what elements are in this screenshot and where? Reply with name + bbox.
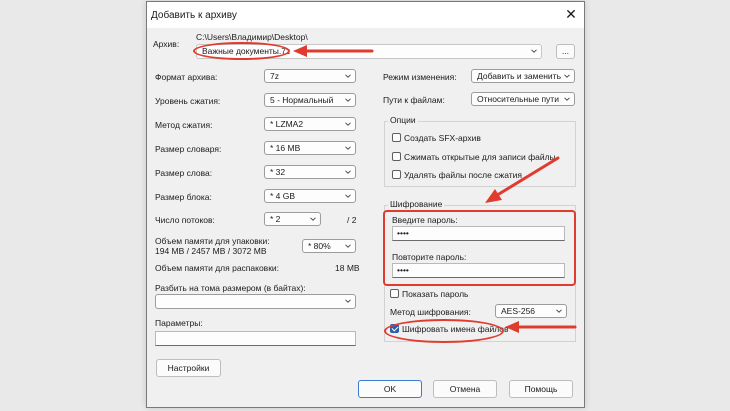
level-select[interactable]: 5 - Нормальный <box>264 93 356 107</box>
settings-button[interactable]: Настройки <box>156 359 221 377</box>
block-label: Размер блока: <box>155 192 212 202</box>
password-highlight-box <box>383 210 576 286</box>
mem-unpack-value: 18 MB <box>335 263 360 273</box>
cancel-button[interactable]: Отмена <box>433 380 497 398</box>
add-to-archive-dialog: Добавить к архиву ✕ Архив: C:\Users\Влад… <box>146 1 585 408</box>
update-mode-value: Добавить и заменить <box>477 71 561 81</box>
word-value: * 32 <box>270 167 286 177</box>
block-value: * 4 GB <box>270 191 296 201</box>
encryption-method-select[interactable]: AES-256 <box>495 304 567 318</box>
shared-label: Сжимать открытые для записи файлы <box>404 152 556 162</box>
format-select[interactable]: 7z <box>264 69 356 83</box>
chevron-down-icon <box>310 217 316 221</box>
update-mode-label: Режим изменения: <box>383 72 457 82</box>
chevron-down-icon <box>345 74 351 78</box>
chevron-down-icon <box>564 74 570 78</box>
method-select[interactable]: * LZMA2 <box>264 117 356 131</box>
shared-checkbox[interactable] <box>392 152 401 161</box>
archive-path: C:\Users\Владимир\Desktop\ <box>196 32 308 42</box>
level-label: Уровень сжатия: <box>155 96 221 106</box>
split-combobox[interactable] <box>155 294 356 309</box>
threads-select[interactable]: * 2 <box>264 212 321 226</box>
split-label: Разбить на тома размером (в байтах): <box>155 283 306 293</box>
chevron-down-icon <box>345 170 351 174</box>
chevron-down-icon <box>531 49 537 53</box>
ok-button[interactable]: OK <box>358 380 422 398</box>
title-bar: Добавить к архиву ✕ <box>147 2 584 28</box>
filename-highlight-ellipse <box>193 42 290 60</box>
dict-label: Размер словаря: <box>155 144 222 154</box>
format-label: Формат архива: <box>155 72 218 82</box>
block-select[interactable]: * 4 GB <box>264 189 356 203</box>
path-mode-select[interactable]: Относительные пути <box>471 92 575 106</box>
level-value: 5 - Нормальный <box>270 95 334 105</box>
sfx-label: Создать SFX-архив <box>404 133 481 143</box>
chevron-down-icon <box>345 122 351 126</box>
method-value: * LZMA2 <box>270 119 304 129</box>
path-mode-label: Пути к файлам: <box>383 95 445 105</box>
chevron-down-icon <box>345 244 351 248</box>
chevron-down-icon <box>345 146 351 150</box>
threads-label: Число потоков: <box>155 215 215 225</box>
browse-button[interactable]: ... <box>556 44 575 59</box>
mem-pack-label: Объем памяти для упаковки: <box>155 236 270 246</box>
mem-pack-percent-value: * 80% <box>308 241 331 251</box>
chevron-down-icon <box>345 299 351 303</box>
path-mode-value: Относительные пути <box>477 94 559 104</box>
mem-unpack-label: Объем памяти для распаковки: <box>155 263 280 273</box>
params-label: Параметры: <box>155 318 203 328</box>
encryption-method-value: AES-256 <box>501 306 536 316</box>
help-button[interactable]: Помощь <box>509 380 573 398</box>
show-password-label: Показать пароль <box>402 289 469 299</box>
chevron-down-icon <box>556 309 562 313</box>
archive-label: Архив: <box>153 39 180 49</box>
word-label: Размер слова: <box>155 168 213 178</box>
encrypt-names-highlight-ellipse <box>384 319 504 343</box>
delete-after-checkbox[interactable] <box>392 170 401 179</box>
window-title: Добавить к архиву <box>151 10 237 21</box>
params-input[interactable] <box>155 331 356 346</box>
threads-max: / 2 <box>347 215 357 225</box>
close-icon[interactable]: ✕ <box>563 6 579 22</box>
chevron-down-icon <box>345 194 351 198</box>
sfx-checkbox[interactable] <box>392 133 401 142</box>
format-value: 7z <box>270 71 279 81</box>
delete-after-label: Удалять файлы после сжатия <box>404 170 523 180</box>
dict-value: * 16 MB <box>270 143 301 153</box>
mem-pack-percent-select[interactable]: * 80% <box>302 239 356 253</box>
method-label: Метод сжатия: <box>155 120 213 130</box>
update-mode-select[interactable]: Добавить и заменить <box>471 69 575 83</box>
threads-value: * 2 <box>270 214 281 224</box>
encryption-title: Шифрование <box>388 199 445 209</box>
dict-select[interactable]: * 16 MB <box>264 141 356 155</box>
show-password-checkbox[interactable] <box>390 289 399 298</box>
chevron-down-icon <box>345 98 351 102</box>
options-title: Опции <box>388 115 418 125</box>
mem-pack-values: 194 MB / 2457 MB / 3072 MB <box>155 246 267 256</box>
encryption-method-label: Метод шифрования: <box>390 307 471 317</box>
chevron-down-icon <box>564 97 570 101</box>
word-select[interactable]: * 32 <box>264 165 356 179</box>
